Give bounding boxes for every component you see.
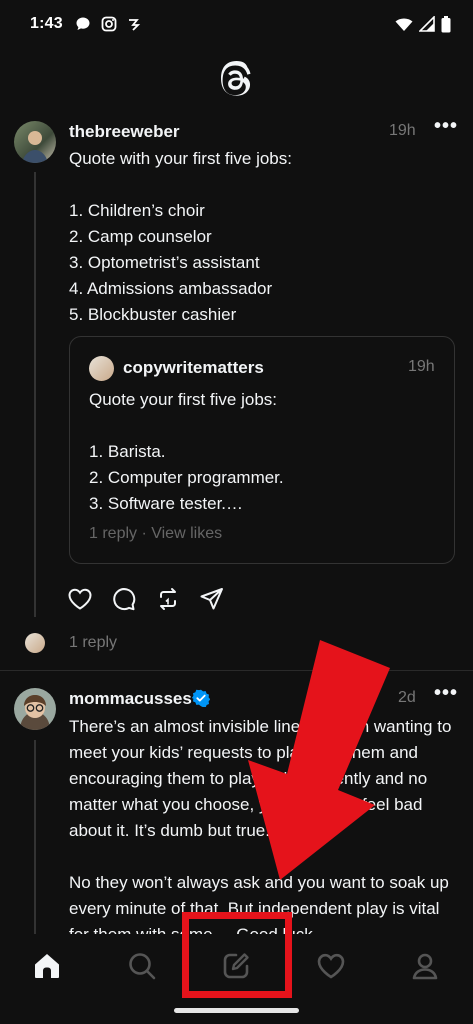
nav-activity[interactable]: [311, 946, 351, 986]
home-icon: [35, 954, 59, 978]
nav-home[interactable]: [27, 946, 67, 986]
activity-heart-icon: [317, 953, 345, 979]
post-timestamp: 2d: [398, 689, 416, 706]
annotation-highlight-box: [182, 912, 292, 998]
nav-search[interactable]: [122, 946, 162, 986]
thread-line: [34, 740, 36, 934]
more-options-icon[interactable]: •••: [434, 682, 458, 705]
profile-icon: [412, 953, 438, 980]
avatar[interactable]: [14, 688, 56, 730]
verified-badge-icon: [192, 689, 210, 707]
nav-profile[interactable]: [405, 946, 445, 986]
annotation-arrow: [248, 640, 390, 880]
home-indicator[interactable]: [174, 1008, 299, 1013]
search-icon: [129, 953, 156, 980]
post-username[interactable]: mommacusses: [69, 689, 192, 709]
